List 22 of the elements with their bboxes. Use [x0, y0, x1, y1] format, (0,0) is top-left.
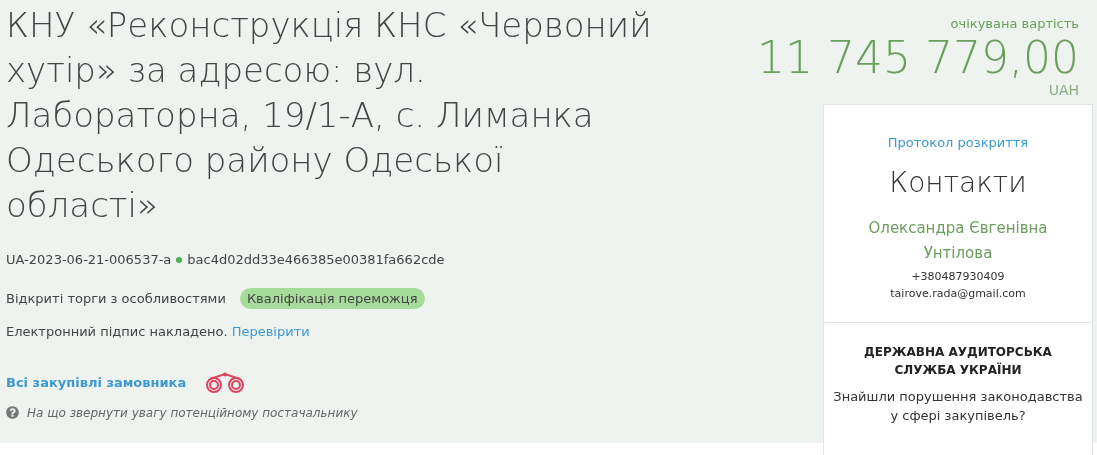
expected-value-label: очікувана вартість: [950, 15, 1079, 33]
tender-id: UA-2023-06-21-006537-a: [6, 251, 172, 269]
tender-hash: bac4d02dd33e466385e00381fa662cde: [187, 251, 445, 269]
supplier-hint[interactable]: На що звернути увагу потенційному постачальнику: [27, 403, 358, 422]
contact-name: Олександра Євгенівна Унтілова: [867, 218, 1049, 264]
procedure-type: Відкриті торги з особливостями: [6, 289, 226, 308]
binoculars-icon[interactable]: [204, 371, 247, 394]
audit-service-text: Знайшли порушення законодавства у сфері закупівель?: [832, 388, 1084, 425]
signature-status: Електронний підпис накладено.: [6, 323, 228, 341]
currency: UAH: [1048, 81, 1079, 98]
customer-tenders-link[interactable]: Всі закупівлі замовника: [6, 372, 187, 393]
tender-title: КНУ «Реконструкція КНС «Червоний хутір» за адресою: вул. Лабораторна, 19/1-А, с. Лиманка Одеського району Одеської області»: [6, 4, 653, 227]
contact-phone: +380487930409: [911, 269, 1005, 285]
status-dot-icon: [176, 256, 183, 263]
expected-value-amount: 11 745 779,00: [757, 33, 1079, 82]
help-icon: [6, 406, 19, 419]
contact-email: tairove.rada@gmail.com: [890, 286, 1026, 302]
audit-service-heading: ДЕРЖАВНА АУДИТОРСЬКА СЛУЖБА УКРАЇНИ: [863, 344, 1053, 379]
contacts-heading: Контакти: [889, 165, 1027, 201]
status-badge: Кваліфікація переможця: [239, 287, 425, 309]
verify-link[interactable]: Перевірити: [231, 322, 310, 342]
opening-protocol-link[interactable]: Протокол розкриття: [887, 132, 1029, 152]
